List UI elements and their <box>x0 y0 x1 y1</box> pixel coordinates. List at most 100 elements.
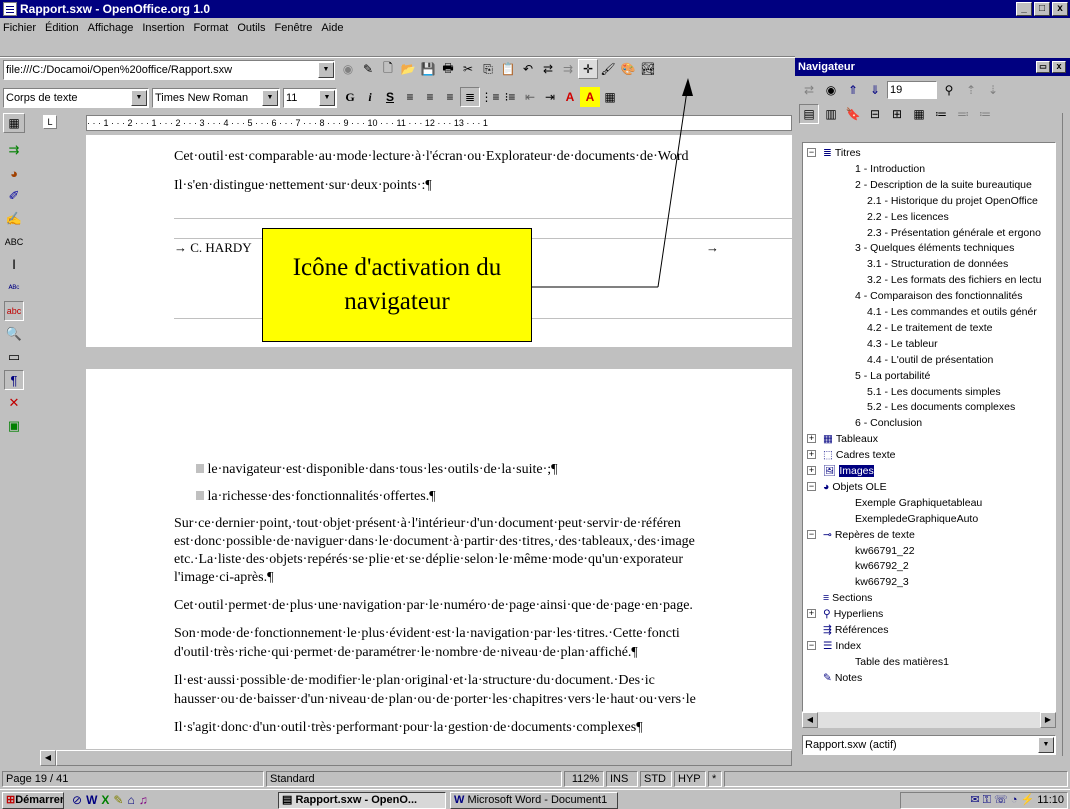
tree-item-t1[interactable]: 1 - Introduction <box>855 162 925 176</box>
insert-icon[interactable]: ⇉ <box>4 140 24 160</box>
repeat-icon[interactable]: ⇉ <box>558 59 578 79</box>
stop-icon[interactable]: ◉ <box>338 59 358 79</box>
content-view-icon[interactable]: ▥ <box>821 104 841 124</box>
navigator-tree[interactable]: − ≣ Titres 1 - Introduction 2 - Description … <box>802 142 1056 712</box>
edit-file-icon[interactable]: ✎ <box>358 59 378 79</box>
navigation-icon[interactable]: ⇄ <box>799 80 819 100</box>
status-hyperlink-mode[interactable]: HYP <box>674 771 706 787</box>
promote-chapter-icon[interactable]: ≕ <box>953 104 973 124</box>
url-dropdown-button[interactable]: ▼ <box>318 62 334 78</box>
tree-item-references[interactable]: ⇶ Références <box>823 623 889 637</box>
taskbar-word[interactable]: W Microsoft Word - Document1 <box>450 792 618 809</box>
font-name-select[interactable]: Times New Roman <box>152 88 280 108</box>
document-select[interactable]: Rapport.sxw (actif) <box>802 735 1056 755</box>
new-document-icon[interactable]: 🗋 <box>378 59 398 79</box>
menu-format[interactable]: Format <box>194 22 229 34</box>
spellcheck-icon[interactable]: ᴬᴮᶜ <box>4 278 24 298</box>
collapse-icon[interactable]: − <box>807 481 816 491</box>
menu-affichage[interactable]: Affichage <box>88 22 134 34</box>
font-color-button[interactable]: A <box>560 87 580 107</box>
maximize-button[interactable]: □ <box>1034 2 1050 16</box>
formatting-marks-icon[interactable]: ¶ <box>4 370 24 390</box>
paragraph-style-select[interactable]: Corps de texte <box>3 88 149 108</box>
tree-item-hyperliens[interactable]: + ⚲ Hyperliens <box>807 607 883 621</box>
align-center-icon[interactable]: ≡ <box>420 87 440 107</box>
tree-item-t4[interactable]: 4 - Comparaison des fonctionnalités <box>855 289 1023 303</box>
paste-icon[interactable]: 📋 <box>498 59 518 79</box>
start-button[interactable]: ⊞Démarrer <box>2 792 64 809</box>
data-sources-panel-icon[interactable]: ▭ <box>4 347 24 367</box>
tree-item-t42[interactable]: 4.2 - Le traitement de texte <box>867 321 993 335</box>
open-icon[interactable]: 📂 <box>398 59 418 79</box>
demote-chapter-icon[interactable]: ≔ <box>975 104 995 124</box>
insert-picture-icon[interactable]: ▣ <box>4 416 24 436</box>
menu-insertion[interactable]: Insertion <box>142 22 184 34</box>
header-icon[interactable]: ⊟ <box>865 104 885 124</box>
navigate-target-icon[interactable]: ◉ <box>821 80 841 100</box>
stylist-icon[interactable]: 🖌 <box>598 59 618 79</box>
bold-button[interactable]: G <box>340 87 360 107</box>
online-layout-icon[interactable]: ✕ <box>4 393 24 413</box>
bullets-icon[interactable]: ⁝≡ <box>500 87 520 107</box>
paragraph-style-dropdown[interactable]: ▼ <box>131 90 147 106</box>
menu-aide[interactable]: Aide <box>321 22 343 34</box>
page-number-field[interactable]: 19 <box>887 81 937 99</box>
tree-item-t52[interactable]: 5.2 - Les documents complexes <box>867 400 1015 414</box>
tree-item-ole1[interactable]: Exemple Graphiquetableau <box>855 496 982 510</box>
status-insert-mode[interactable]: INS <box>606 771 638 787</box>
menu-edition[interactable]: Édition <box>45 22 79 34</box>
horizontal-ruler[interactable]: · · · 1 · · · 2 · · · 1 · · · 2 · · · 3 … <box>86 115 792 131</box>
increase-indent-icon[interactable]: ⇥ <box>540 87 560 107</box>
save-icon[interactable]: 💾 <box>418 59 438 79</box>
explorer-icon[interactable]: ✎ <box>113 793 123 807</box>
expand-icon[interactable]: + <box>807 434 816 444</box>
expand-icon[interactable]: + <box>807 466 816 475</box>
expand-icon[interactable]: + <box>807 450 816 460</box>
media-icon[interactable]: ♫ <box>139 793 148 807</box>
tree-item-r3[interactable]: kw66792_3 <box>855 575 909 589</box>
heading-levels-icon[interactable]: ≔ <box>931 104 951 124</box>
tree-item-t22[interactable]: 2.2 - Les licences <box>867 210 949 224</box>
expand-icon[interactable]: + <box>807 609 816 619</box>
tree-item-t31[interactable]: 3.1 - Structuration de données <box>867 257 1008 271</box>
tree-scroll-right[interactable]: ▶ <box>1040 712 1056 728</box>
print-icon[interactable]: 🖶 <box>438 59 458 79</box>
tree-item-t51[interactable]: 5.1 - Les documents simples <box>867 385 1001 399</box>
menu-fichier[interactable]: Fichier <box>3 22 36 34</box>
minimize-button[interactable]: _ <box>1016 2 1032 16</box>
outlook-icon[interactable]: ⊘ <box>72 793 82 807</box>
tree-item-t43[interactable]: 4.3 - Le tableur <box>867 337 938 351</box>
font-size-dropdown[interactable]: ▼ <box>319 90 335 106</box>
word-icon[interactable]: W <box>86 793 97 807</box>
numbering-icon[interactable]: ⋮≡ <box>480 87 500 107</box>
menu-outils[interactable]: Outils <box>237 22 265 34</box>
tree-item-t5[interactable]: 5 - La portabilité <box>855 369 930 383</box>
excel-icon[interactable]: X <box>101 793 109 807</box>
data-sources-icon[interactable]: 🏞 <box>638 59 658 79</box>
highlight-button[interactable]: A <box>580 87 600 107</box>
tree-item-ole2[interactable]: ExempledeGraphiqueAuto <box>855 512 978 526</box>
close-button[interactable]: x <box>1052 2 1068 16</box>
tree-item-notes[interactable]: ✎ Notes <box>823 671 862 685</box>
url-field[interactable]: file:///C:/Docamoi/Open%20office/Rapport… <box>3 60 335 80</box>
tree-scroll-left[interactable]: ◀ <box>802 712 818 728</box>
tree-item-r1[interactable]: kw66791_22 <box>855 544 915 558</box>
decrease-indent-icon[interactable]: ⇤ <box>520 87 540 107</box>
tree-item-toc[interactable]: Table des matières1 <box>855 655 949 669</box>
tree-item-t6[interactable]: 6 - Conclusion <box>855 416 922 430</box>
document-select-dropdown[interactable]: ▼ <box>1038 737 1054 753</box>
tree-item-t41[interactable]: 4.1 - Les commandes et outils génér <box>867 305 1037 319</box>
text-cursor-icon[interactable]: Ⅰ <box>4 255 24 275</box>
align-right-icon[interactable]: ≡ <box>440 87 460 107</box>
tree-item-t3[interactable]: 3 - Quelques éléments techniques <box>855 241 1014 255</box>
tree-item-t44[interactable]: 4.4 - L'outil de présentation <box>867 353 993 367</box>
table-icon[interactable]: ▦ <box>3 113 25 133</box>
tree-item-sections[interactable]: ≡ Sections <box>823 591 872 605</box>
drag-mode-icon[interactable]: ⚲ <box>939 80 959 100</box>
set-reminder-icon[interactable]: 🔖 <box>843 104 863 124</box>
tree-item-t21[interactable]: 2.1 - Historique du projet OpenOffice <box>867 194 1038 208</box>
tree-item-cadres[interactable]: + ⬚ Cadres texte <box>807 448 895 462</box>
tree-item-reperes[interactable]: − ⊸ Repères de texte <box>807 528 915 542</box>
cut-icon[interactable]: ✂ <box>458 59 478 79</box>
footer-icon[interactable]: ⊞ <box>887 104 907 124</box>
